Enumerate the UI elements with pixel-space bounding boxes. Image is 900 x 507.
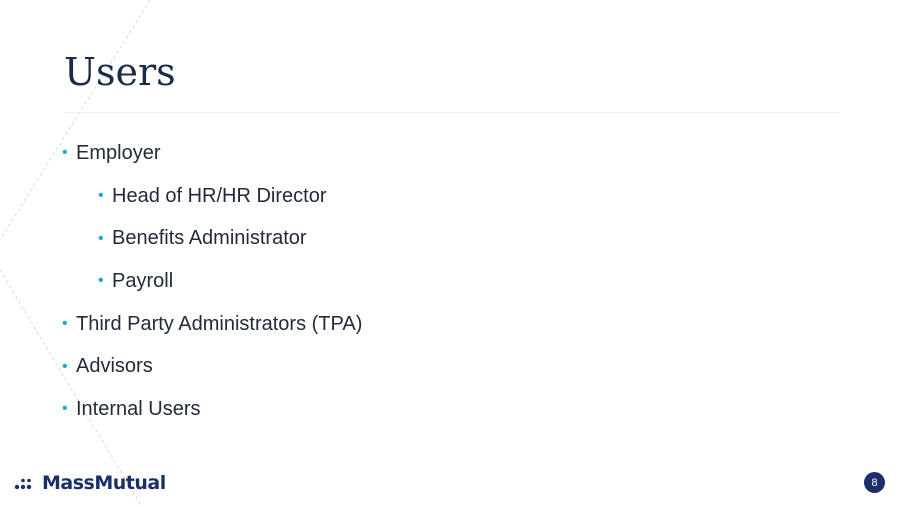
bullet-text: Advisors (76, 355, 153, 378)
bullet-text: Head of HR/HR Director (112, 184, 327, 207)
bullet-icon: • (98, 272, 104, 290)
sub-bullet-item: • Head of HR/HR Director (62, 175, 362, 218)
bullet-text: Payroll (112, 269, 174, 292)
bullet-item: • Employer (62, 132, 362, 175)
massmutual-logo: MassMutual (14, 470, 166, 496)
slide: Users • Employer • Head of HR/HR Directo… (0, 0, 900, 507)
bullet-icon: • (62, 144, 68, 162)
page-number-badge: 8 (864, 472, 885, 493)
bullet-text: Third Party Administrators (TPA) (76, 312, 363, 335)
bullet-item: • Third Party Administrators (TPA) (62, 303, 362, 346)
bullet-text: Employer (76, 141, 161, 164)
bullet-icon: • (62, 357, 68, 375)
sub-bullet-item: • Benefits Administrator (62, 217, 362, 260)
bullet-text: Benefits Administrator (112, 227, 307, 250)
logo-text: MassMutual (42, 472, 166, 494)
bullet-item: • Advisors (62, 345, 362, 388)
bullet-text: Internal Users (76, 397, 201, 420)
title-divider (64, 112, 840, 113)
bullet-icon: • (98, 229, 104, 247)
bullet-list: • Employer • Head of HR/HR Director • Be… (62, 132, 362, 431)
massmutual-dots-icon (14, 478, 32, 490)
bullet-item: • Internal Users (62, 388, 362, 431)
sub-bullet-item: • Payroll (62, 260, 362, 303)
bullet-icon: • (62, 400, 68, 418)
bullet-icon: • (98, 187, 104, 205)
slide-title: Users (64, 50, 176, 94)
bullet-icon: • (62, 315, 68, 333)
